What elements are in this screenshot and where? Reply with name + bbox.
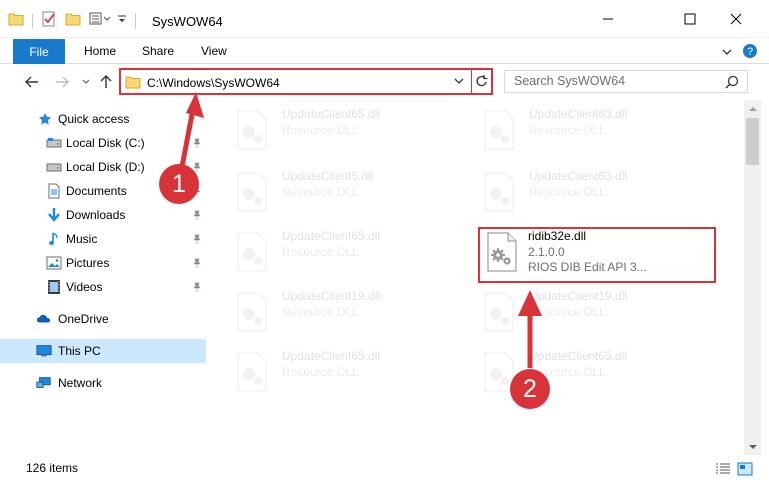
annotation-layer <box>178 92 542 368</box>
annotation-badge-2: 2 <box>510 369 550 409</box>
annotation-arrow-1 <box>178 92 204 173</box>
annotation-badge-1: 1 <box>159 164 199 204</box>
annotation-arrow-2 <box>518 290 542 368</box>
